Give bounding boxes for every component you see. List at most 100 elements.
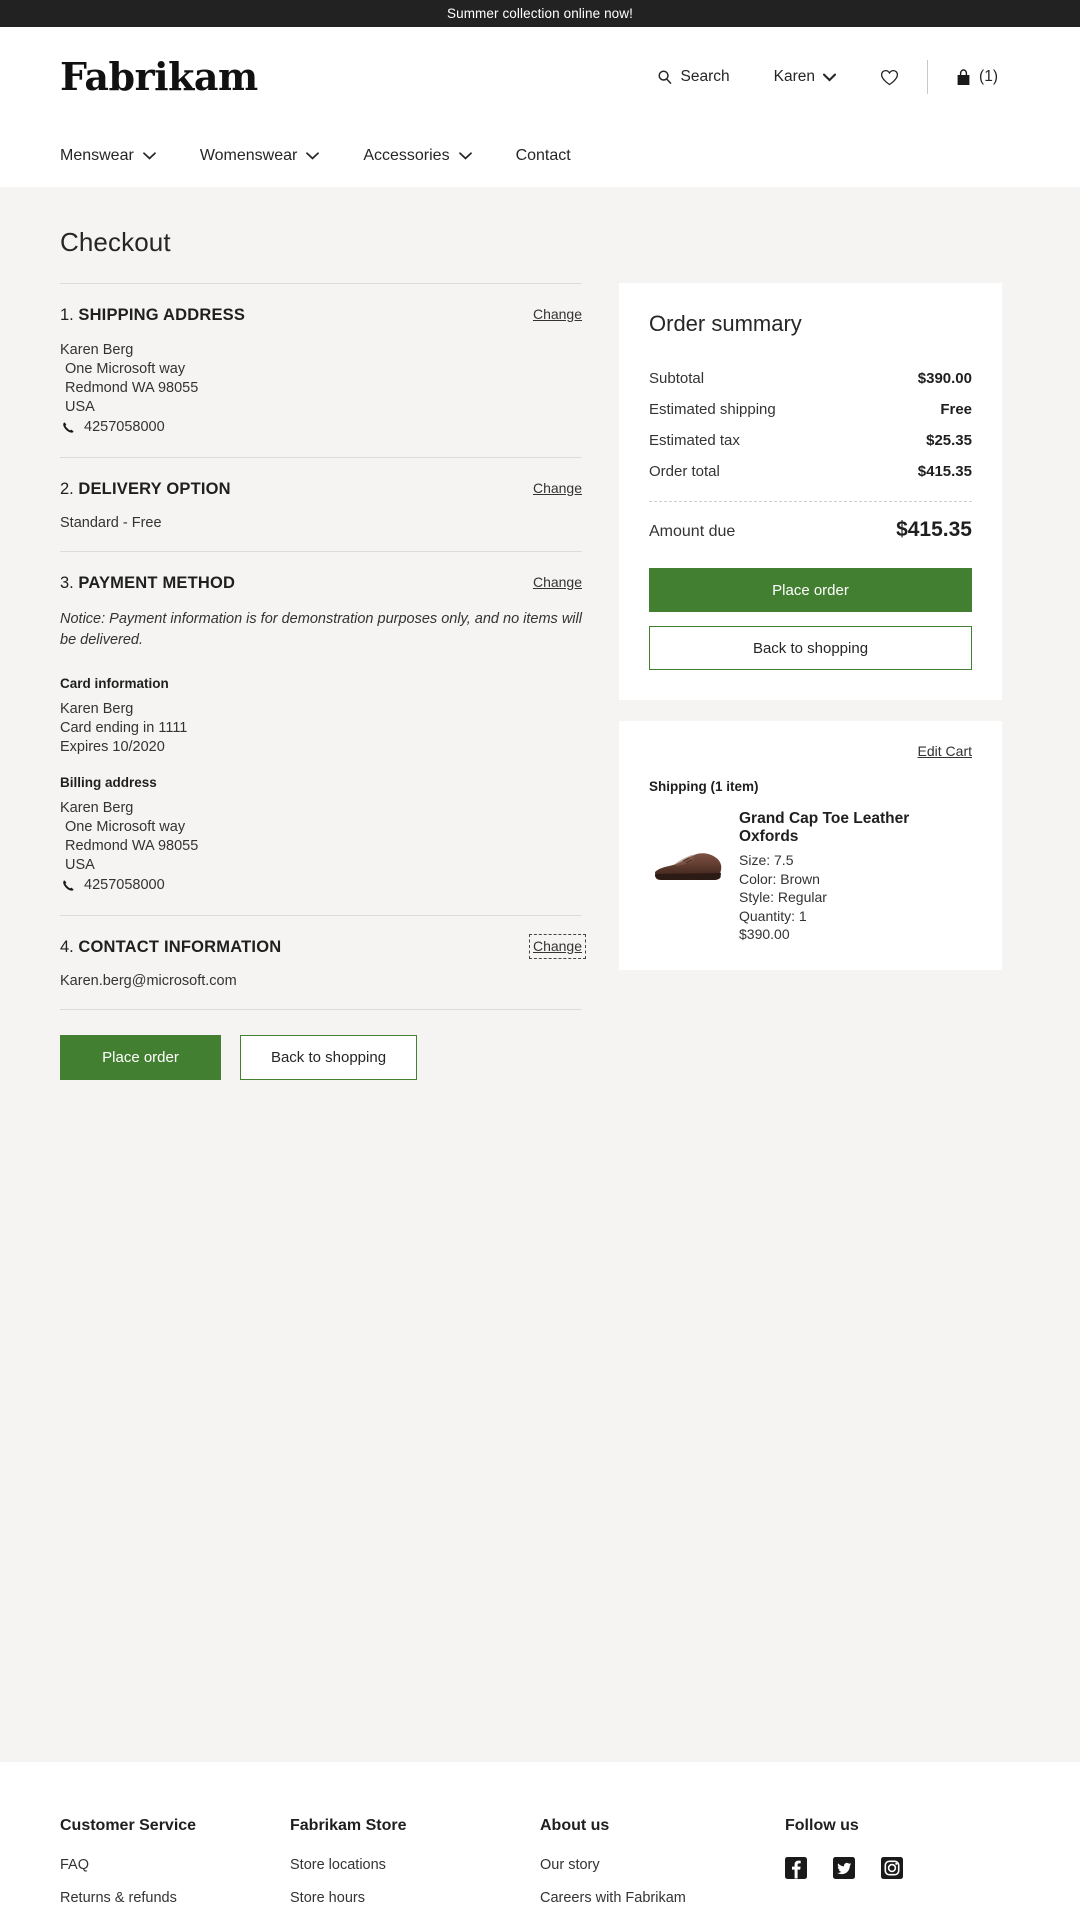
change-delivery-option-link[interactable]: Change bbox=[533, 480, 582, 497]
card-expires: Expires 10/2020 bbox=[60, 739, 165, 756]
cart-count: (1) bbox=[979, 68, 998, 85]
product-price: $390.00 bbox=[739, 926, 790, 943]
footer-link-store-hours[interactable]: Store hours bbox=[290, 1890, 540, 1906]
header-actions: Search Karen (1) bbox=[635, 60, 1020, 94]
wishlist-button[interactable] bbox=[858, 63, 921, 92]
footer-link-faq[interactable]: FAQ bbox=[60, 1857, 290, 1873]
amount-due-label: Amount due bbox=[649, 523, 736, 540]
section-title-text: SHIPPING ADDRESS bbox=[78, 306, 246, 324]
summary-label: Subtotal bbox=[649, 370, 705, 387]
chevron-down-icon bbox=[458, 152, 472, 160]
product-color: Color: Brown bbox=[739, 870, 820, 887]
footer-link-our-story[interactable]: Our story bbox=[540, 1857, 785, 1873]
summary-label: Order total bbox=[649, 463, 720, 480]
amount-due-value: $415.35 bbox=[896, 518, 972, 541]
billing-address-block: Karen Berg One Microsoft way Redmond WA … bbox=[60, 799, 582, 895]
section-number: 3. bbox=[60, 573, 74, 592]
back-to-shopping-button[interactable]: Back to shopping bbox=[240, 1034, 417, 1080]
header-divider bbox=[927, 60, 929, 94]
heart-icon bbox=[880, 69, 899, 86]
section-title-text: DELIVERY OPTION bbox=[78, 479, 231, 498]
footer-columns: Customer Service FAQ Returns & refunds T… bbox=[60, 1817, 1020, 1920]
nav-item-accessories[interactable]: Accessories bbox=[363, 139, 515, 173]
main-navigation: Menswear Womenswear Accessories Contact bbox=[60, 127, 1020, 185]
footer-link-careers[interactable]: Careers with Fabrikam bbox=[540, 1890, 785, 1906]
summary-row-amount-due: Amount due $415.35 bbox=[649, 510, 972, 542]
cart-item-details: Grand Cap Toe Leather Oxfords Size: 7.5 … bbox=[739, 810, 972, 944]
billing-phone: 4257058000 bbox=[84, 876, 165, 893]
announcement-text: Summer collection online now! bbox=[447, 6, 633, 21]
footer-column-about-us: About us Our story Careers with Fabrikam… bbox=[540, 1817, 785, 1920]
billing-phone-row: 4257058000 bbox=[60, 876, 582, 895]
facebook-icon[interactable] bbox=[785, 1857, 807, 1879]
cart-button[interactable]: (1) bbox=[934, 62, 1020, 92]
account-menu[interactable]: Karen bbox=[752, 62, 858, 92]
phone-icon bbox=[62, 421, 75, 434]
product-name[interactable]: Grand Cap Toe Leather Oxfords bbox=[739, 810, 972, 846]
footer-column-customer-service: Customer Service FAQ Returns & refunds T… bbox=[60, 1817, 290, 1920]
product-style: Style: Regular bbox=[739, 889, 827, 906]
brand-logo[interactable]: Fabrikam bbox=[60, 58, 258, 96]
summary-row-order-total: Order total $415.35 bbox=[649, 456, 972, 487]
search-label: Search bbox=[680, 68, 730, 85]
place-order-button-summary[interactable]: Place order bbox=[649, 568, 972, 612]
checkout-right-column: Order summary Subtotal $390.00 Estimated… bbox=[619, 283, 1002, 971]
checkout-page: Checkout 1. SHIPPING ADDRESS Change Kare… bbox=[0, 187, 1080, 1762]
card-information-label: Card information bbox=[60, 676, 169, 692]
search-button[interactable]: Search bbox=[635, 62, 752, 92]
change-contact-information-link[interactable]: Change bbox=[528, 934, 587, 959]
nav-item-contact[interactable]: Contact bbox=[516, 139, 615, 173]
section-title: 1. SHIPPING ADDRESS bbox=[60, 306, 245, 325]
shopping-bag-icon bbox=[956, 68, 971, 86]
cart-item: Grand Cap Toe Leather Oxfords Size: 7.5 … bbox=[649, 810, 972, 944]
product-size: Size: 7.5 bbox=[739, 852, 794, 868]
header-top-row: Fabrikam Search Karen (1) bbox=[60, 27, 1020, 127]
summary-value: $415.35 bbox=[917, 463, 972, 480]
shipping-phone-row: 4257058000 bbox=[60, 418, 582, 437]
cart-shipping-label: Shipping (1 item) bbox=[649, 779, 759, 794]
card-information-block: Karen Berg Card ending in 1111 Expires 1… bbox=[60, 700, 582, 757]
shipping-city-state-zip: Redmond WA 98055 bbox=[65, 379, 199, 396]
billing-name: Karen Berg bbox=[60, 800, 134, 817]
summary-divider bbox=[649, 501, 972, 502]
shipping-country: USA bbox=[65, 398, 95, 415]
shipping-name: Karen Berg bbox=[60, 342, 134, 358]
change-payment-method-link[interactable]: Change bbox=[533, 574, 582, 591]
site-footer: Customer Service FAQ Returns & refunds T… bbox=[0, 1762, 1080, 1920]
twitter-icon[interactable] bbox=[833, 1857, 855, 1879]
nav-label: Accessories bbox=[363, 147, 450, 164]
section-title-text: CONTACT INFORMATION bbox=[78, 937, 282, 956]
edit-cart-link[interactable]: Edit Cart bbox=[918, 743, 972, 759]
section-delivery-option: 2. DELIVERY OPTION Change Standard - Fre… bbox=[60, 458, 582, 551]
section-payment-method: 3. PAYMENT METHOD Change Notice: Payment… bbox=[60, 552, 582, 915]
change-shipping-address-link[interactable]: Change bbox=[533, 306, 582, 323]
nav-label: Menswear bbox=[60, 147, 134, 164]
place-order-button[interactable]: Place order bbox=[60, 1034, 221, 1080]
social-links bbox=[785, 1857, 1005, 1879]
cart-items-card: Edit Cart Shipping (1 item) Grand Cap To… bbox=[619, 721, 1002, 971]
delivery-option-value: Standard - Free bbox=[60, 514, 162, 531]
footer-link-store-locations[interactable]: Store locations bbox=[290, 1857, 540, 1873]
summary-label: Estimated tax bbox=[649, 432, 740, 449]
nav-item-womenswear[interactable]: Womenswear bbox=[200, 139, 364, 173]
billing-city-state-zip: Redmond WA 98055 bbox=[65, 838, 199, 854]
footer-link-returns-refunds[interactable]: Returns & refunds bbox=[60, 1890, 290, 1906]
account-label: Karen bbox=[773, 68, 816, 85]
instagram-icon[interactable] bbox=[881, 1857, 903, 1879]
summary-row-estimated-tax: Estimated tax $25.35 bbox=[649, 425, 972, 456]
footer-heading: Customer Service bbox=[60, 1817, 197, 1834]
summary-row-estimated-shipping: Estimated shipping Free bbox=[649, 394, 972, 425]
brown-leather-oxford-shoe-image bbox=[655, 853, 722, 880]
nav-item-menswear[interactable]: Menswear bbox=[60, 139, 200, 173]
back-to-shopping-button-summary[interactable]: Back to shopping bbox=[649, 626, 972, 670]
footer-column-follow-us: Follow us bbox=[785, 1817, 1005, 1920]
chevron-down-icon bbox=[306, 152, 320, 160]
section-header: 4. CONTACT INFORMATION Change bbox=[60, 934, 587, 959]
payment-demo-notice: Notice: Payment information is for demon… bbox=[60, 610, 582, 648]
section-header: 3. PAYMENT METHOD Change bbox=[60, 574, 582, 593]
contact-email: Karen.berg@microsoft.com bbox=[60, 972, 237, 989]
section-number: 1. bbox=[60, 306, 74, 324]
summary-row-subtotal: Subtotal $390.00 bbox=[649, 363, 972, 394]
summary-value: Free bbox=[940, 401, 972, 418]
